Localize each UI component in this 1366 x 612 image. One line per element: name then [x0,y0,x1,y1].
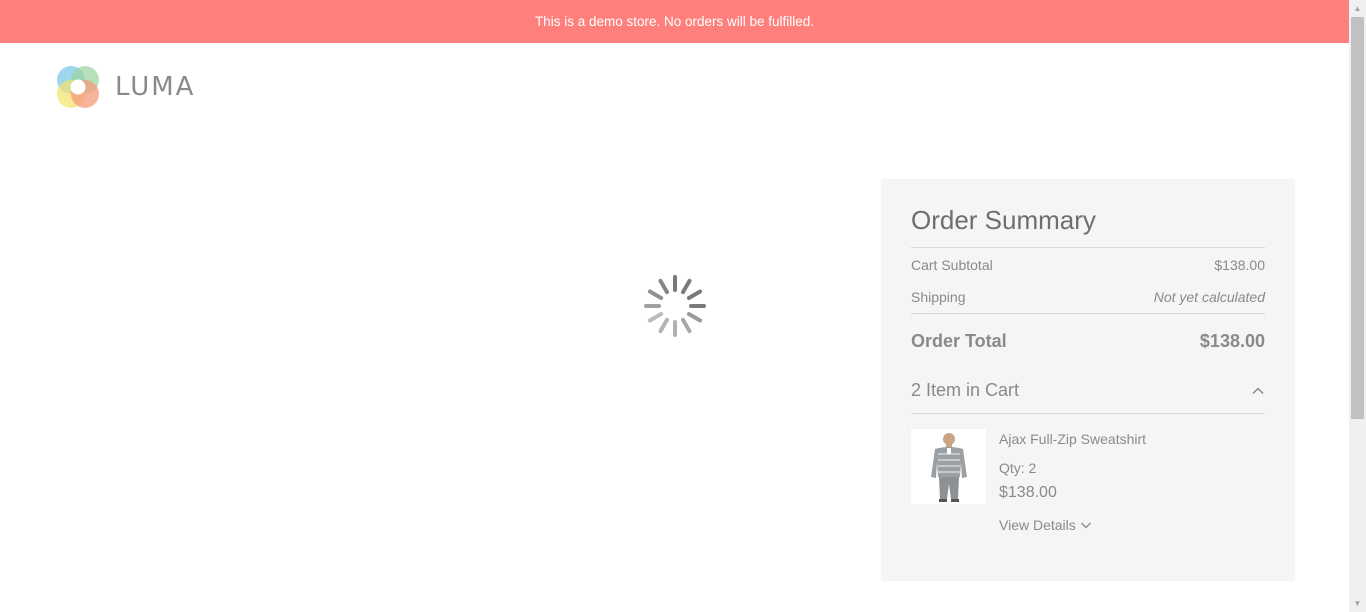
cart-item-details: Ajax Full-Zip Sweatshirt Qty: 2 $138.00 … [999,429,1146,535]
product-name: Ajax Full-Zip Sweatshirt [999,431,1147,447]
order-total-value: $138.00 [1199,331,1265,351]
scroll-down-arrow-icon[interactable]: ▼ [1349,595,1366,612]
scroll-up-arrow-icon[interactable]: ▲ [1349,0,1366,17]
cart-item: Ajax Full-Zip Sweatshirt Qty: 2 $138.00 … [911,429,1265,549]
luma-logo-icon [57,66,99,108]
luma-logo-text: LUMA [115,72,196,102]
cart-subtotal-row: Cart Subtotal $138.00 [911,249,1265,281]
order-summary-title: Order Summary [911,201,1265,248]
shipping-value: Not yet calculated [1153,289,1265,305]
order-total-row: Order Total $138.00 [911,314,1265,368]
loading-spinner-icon [644,275,706,337]
items-in-cart-label: 2 Item in Cart [911,380,1020,400]
items-in-cart-toggle[interactable]: 2 Item in Cart [911,368,1265,414]
chevron-up-icon [1252,386,1264,394]
product-thumbnail [911,429,986,504]
product-qty: Qty: 2 [999,460,1037,476]
page-viewport: This is a demo store. No orders will be … [0,0,1349,612]
view-details-label: View Details [999,517,1076,533]
cart-subtotal-label: Cart Subtotal [911,257,993,273]
chevron-down-icon [1080,522,1091,529]
order-summary-panel: Order Summary Cart Subtotal $138.00 Ship… [881,179,1295,581]
shipping-label: Shipping [911,289,966,305]
product-price: $138.00 [999,484,1057,501]
shipping-row: Shipping Not yet calculated [911,281,1265,314]
cart-subtotal-value: $138.00 [1214,257,1265,273]
luma-logo-link[interactable]: LUMA [55,64,195,110]
demo-store-notice: This is a demo store. No orders will be … [0,0,1349,43]
vertical-scrollbar[interactable]: ▲ ▼ [1349,0,1366,612]
order-total-label: Order Total [911,331,1007,351]
demo-store-notice-text: This is a demo store. No orders will be … [534,14,815,29]
view-details-toggle[interactable]: View Details [999,515,1146,535]
scrollbar-thumb[interactable] [1351,17,1364,419]
